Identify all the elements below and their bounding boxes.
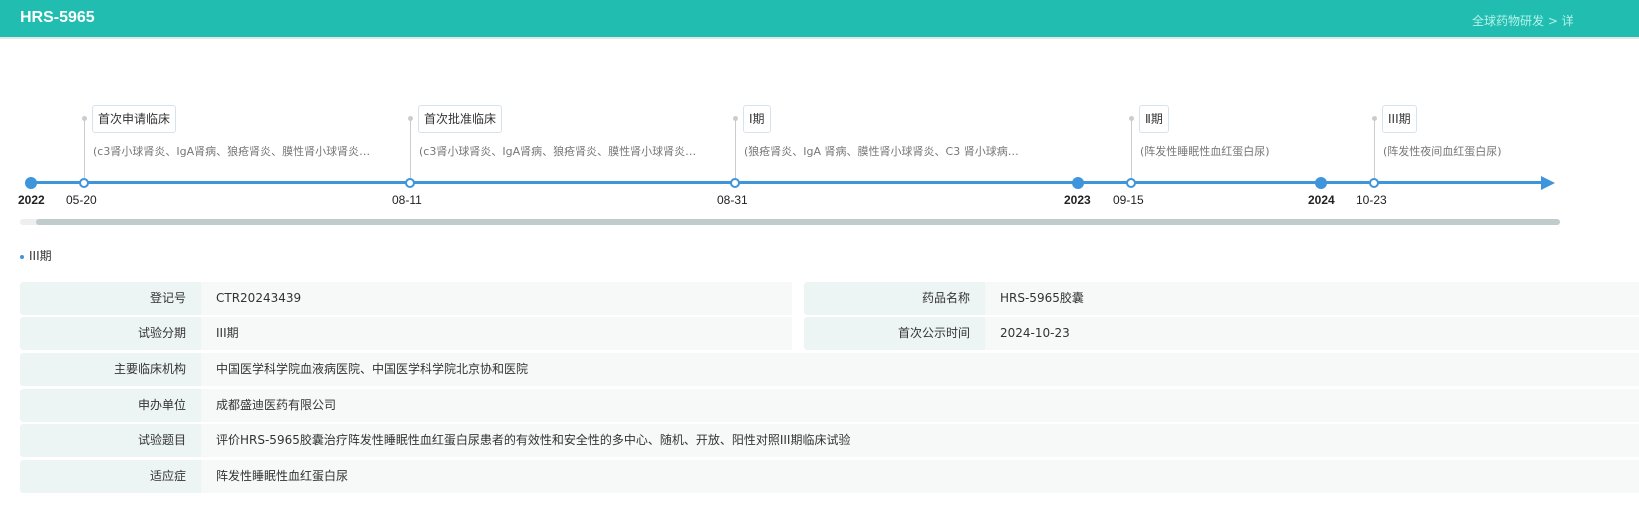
field-value: III期 <box>201 317 792 350</box>
event-connector <box>1372 116 1377 178</box>
section-heading: III期 <box>20 247 52 264</box>
event-date: 09-15 <box>1113 193 1144 207</box>
arrow-right-icon <box>1541 176 1555 190</box>
event-connector <box>82 116 87 178</box>
event-date: 10-23 <box>1356 193 1387 207</box>
field-value: 阵发性睡眠性血红蛋白尿 <box>201 460 1639 493</box>
timeline: 2022 2023 2024 首次申请临床 (c3肾小球肾炎、IgA肾病、狼疮肾… <box>0 39 1639 239</box>
year-label: 2022 <box>18 193 45 207</box>
event-connector <box>1129 116 1134 178</box>
event-dot[interactable] <box>79 178 89 188</box>
event-dot[interactable] <box>1126 178 1136 188</box>
event-dot[interactable] <box>1369 178 1379 188</box>
event-desc: (c3肾小球肾炎、IgA肾病、狼疮肾炎、膜性肾小球肾炎… <box>93 145 371 158</box>
event-desc: (阵发性睡眠性血红蛋白尿) <box>1140 145 1270 158</box>
event-dot[interactable] <box>405 178 415 188</box>
horizontal-scrollbar[interactable] <box>20 219 1560 225</box>
event-desc: (c3肾小球肾炎、IgA肾病、狼疮肾炎、膜性肾小球肾炎… <box>419 145 697 158</box>
field-label: 主要临床机构 <box>20 353 201 386</box>
field-label: 首次公示时间 <box>804 317 985 350</box>
field-value: 中国医学科学院血液病医院、中国医学科学院北京协和医院 <box>201 353 1639 386</box>
event-desc: (狼疮肾炎、IgA 肾病、膜性肾小球肾炎、C3 肾小球病… <box>744 145 1019 158</box>
event-date: 08-31 <box>717 193 748 207</box>
scrollbar-thumb[interactable] <box>36 219 1560 225</box>
page-title: HRS-5965 <box>20 9 95 26</box>
event-label[interactable]: Ⅱ期 <box>1139 105 1169 133</box>
year-label: 2023 <box>1064 193 1091 207</box>
event-connector <box>408 116 413 178</box>
detail-row: 适应症 阵发性睡眠性血红蛋白尿 <box>20 460 1639 493</box>
field-value: 2024-10-23 <box>985 317 1639 350</box>
section-title: III期 <box>29 249 52 263</box>
year-dot <box>1315 177 1327 189</box>
field-label: 登记号 <box>20 282 201 315</box>
field-value: HRS-5965胶囊 <box>985 282 1639 315</box>
event-label[interactable]: 首次批准临床 <box>418 105 503 133</box>
event-date: 08-11 <box>392 193 422 207</box>
field-value: CTR20243439 <box>201 282 792 315</box>
field-label: 适应症 <box>20 460 201 493</box>
field-value: 成都盛迪医药有限公司 <box>201 389 1639 422</box>
field-value: 评价HRS-5965胶囊治疗阵发性睡眠性血红蛋白尿患者的有效性和安全性的多中心、… <box>201 424 1639 457</box>
field-label: 试验题目 <box>20 424 201 457</box>
event-dot[interactable] <box>730 178 740 188</box>
event-desc: (阵发性夜间血红蛋白尿) <box>1383 145 1502 158</box>
detail-row: 申办单位 成都盛迪医药有限公司 <box>20 389 1639 422</box>
event-connector <box>733 116 738 178</box>
year-label: 2024 <box>1308 193 1335 207</box>
detail-row: 登记号 CTR20243439 药品名称 HRS-5965胶囊 <box>20 282 1639 315</box>
field-label: 申办单位 <box>20 389 201 422</box>
event-date: 05-20 <box>66 193 97 207</box>
detail-row: 试验题目 评价HRS-5965胶囊治疗阵发性睡眠性血红蛋白尿患者的有效性和安全性… <box>20 424 1639 457</box>
event-label[interactable]: Ⅰ期 <box>743 105 771 133</box>
field-label: 试验分期 <box>20 317 201 350</box>
field-label: 药品名称 <box>804 282 985 315</box>
bullet-icon <box>20 254 24 259</box>
event-label[interactable]: III期 <box>1382 105 1417 133</box>
breadcrumb[interactable]: 全球药物研发 > 详 <box>1472 12 1574 29</box>
detail-row: 试验分期 III期 首次公示时间 2024-10-23 <box>20 317 1639 350</box>
event-label[interactable]: 首次申请临床 <box>92 105 177 133</box>
year-dot <box>25 177 37 189</box>
detail-row: 主要临床机构 中国医学科学院血液病医院、中国医学科学院北京协和医院 <box>20 353 1639 386</box>
year-dot <box>1072 177 1084 189</box>
header-bar: HRS-5965 全球药物研发 > 详 <box>0 0 1639 39</box>
